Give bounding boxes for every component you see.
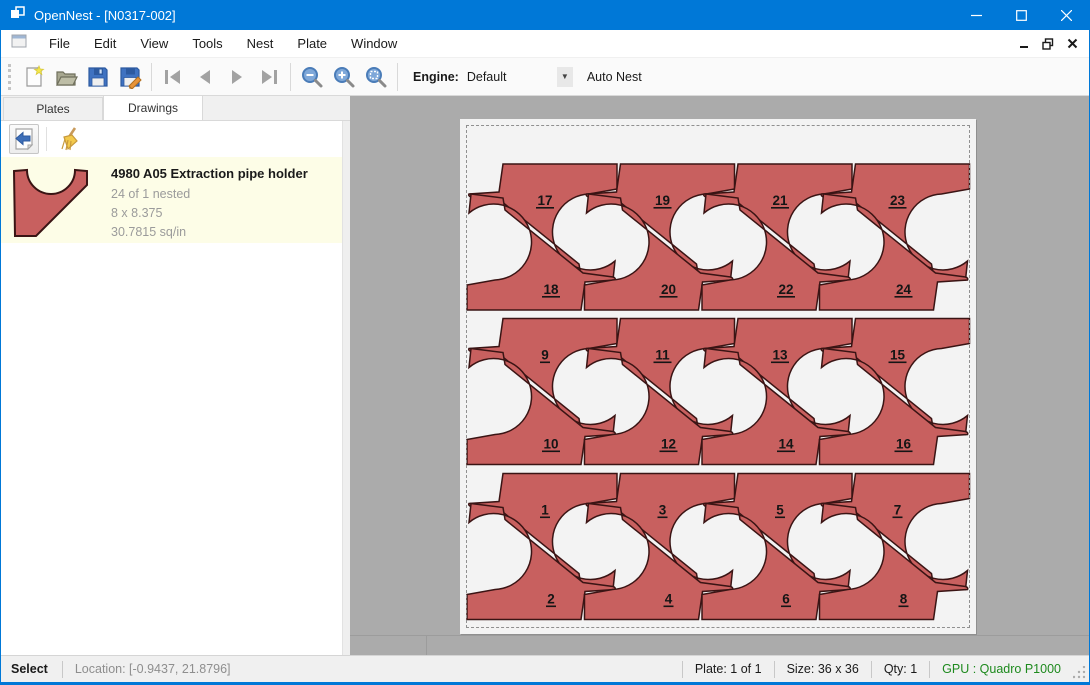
first-plate-button[interactable] [157,61,189,93]
first-arrow-icon [161,65,185,89]
return-drawing-button[interactable] [9,124,39,154]
drawing-area: 30.7815 sq/in [111,223,308,242]
maximize-button[interactable] [999,0,1044,30]
mdi-close-icon[interactable] [1065,37,1079,51]
auto-nest-button[interactable]: Auto Nest [587,70,642,84]
drawing-thumbnail [13,165,91,237]
next-plate-button[interactable] [221,61,253,93]
menu-item-tools[interactable]: Tools [180,31,234,56]
previous-plate-button[interactable] [189,61,221,93]
side-panel: Plates Drawings [1,96,350,655]
open-file-button[interactable] [50,61,82,93]
resize-grip[interactable] [1073,656,1087,682]
toolbar-gripper[interactable] [8,64,12,90]
plate-count: Plate: 1 of 1 [683,662,774,676]
toolbar-separator [151,63,152,91]
main-toolbar: Engine: Default ▼ Auto Nest [1,58,1089,96]
app-window: OpenNest - [N0317-002] FileEditViewTools… [0,0,1090,685]
save-button[interactable] [82,61,114,93]
menu-item-plate[interactable]: Plate [285,31,339,56]
document-icon[interactable] [11,34,27,53]
zoom-out-button[interactable] [296,61,328,93]
last-arrow-icon [257,65,281,89]
status-bar: Select Location: [-0.9437, 21.8796] Plat… [1,655,1089,682]
new-file-icon [22,65,46,89]
tab-plates[interactable]: Plates [3,97,103,120]
last-plate-button[interactable] [253,61,285,93]
toolbar-separator [397,63,398,91]
next-arrow-icon [225,65,249,89]
clear-drawings-button[interactable] [54,124,84,154]
menu-item-window[interactable]: Window [339,31,409,56]
panel-scrollbar-gutter[interactable] [342,121,350,655]
minimize-button[interactable] [954,0,999,30]
close-button[interactable] [1044,0,1089,30]
save-edit-icon [118,65,142,89]
horizontal-scrollbar[interactable] [350,635,1089,655]
save-icon [86,65,110,89]
engine-label: Engine: [413,70,459,84]
previous-arrow-icon [193,65,217,89]
engine-select[interactable]: Default ▼ [465,66,573,88]
chevron-down-icon[interactable]: ▼ [557,67,573,87]
menu-item-nest[interactable]: Nest [235,31,286,56]
menu-item-edit[interactable]: Edit [82,31,128,56]
scrollbar-thumb-edge [426,636,427,655]
engine-value: Default [465,70,557,84]
toolbar-separator [290,63,291,91]
drawing-dimensions: 8 x 8.375 [111,204,308,223]
drawing-title: 4980 A05 Extraction pipe holder [111,166,308,181]
plate-size: Size: 36 x 36 [775,662,871,676]
zoom-in-button[interactable] [328,61,360,93]
app-icon [10,6,26,25]
save-as-button[interactable] [114,61,146,93]
menu-item-file[interactable]: File [37,31,82,56]
nest-canvas[interactable]: 171819202122232491011121314151612345678 [350,96,1089,655]
zoom-extents-button[interactable] [360,61,392,93]
plate-margin-border [466,125,970,628]
drawing-nested-count: 24 of 1 nested [111,185,308,204]
broom-icon [56,126,82,152]
window-title: OpenNest - [N0317-002] [34,8,176,23]
tab-drawings[interactable]: Drawings [103,95,203,120]
mode-indicator: Select [1,662,62,676]
mdi-minimize-icon[interactable] [1017,37,1031,51]
plate-qty: Qty: 1 [872,662,929,676]
drawings-toolbar [1,121,342,157]
plate[interactable]: 171819202122232491011121314151612345678 [460,119,976,634]
back-arrow-page-icon [12,127,36,151]
menu-bar: FileEditViewToolsNestPlateWindow [1,30,1089,58]
zoom-out-icon [300,65,324,89]
title-bar: OpenNest - [N0317-002] [1,0,1089,30]
mdi-restore-icon[interactable] [1041,37,1055,51]
menu-item-view[interactable]: View [128,31,180,56]
panel-separator [46,127,47,151]
zoom-in-icon [332,65,356,89]
new-file-button[interactable] [18,61,50,93]
open-folder-icon [54,65,78,89]
cursor-location: Location: [-0.9437, 21.8796] [63,662,243,676]
panel-tab-strip: Plates Drawings [1,96,350,120]
drawing-list-item[interactable]: 4980 A05 Extraction pipe holder 24 of 1 … [1,157,342,243]
zoom-extents-icon [364,65,388,89]
gpu-indicator: GPU : Quadro P1000 [930,662,1073,676]
